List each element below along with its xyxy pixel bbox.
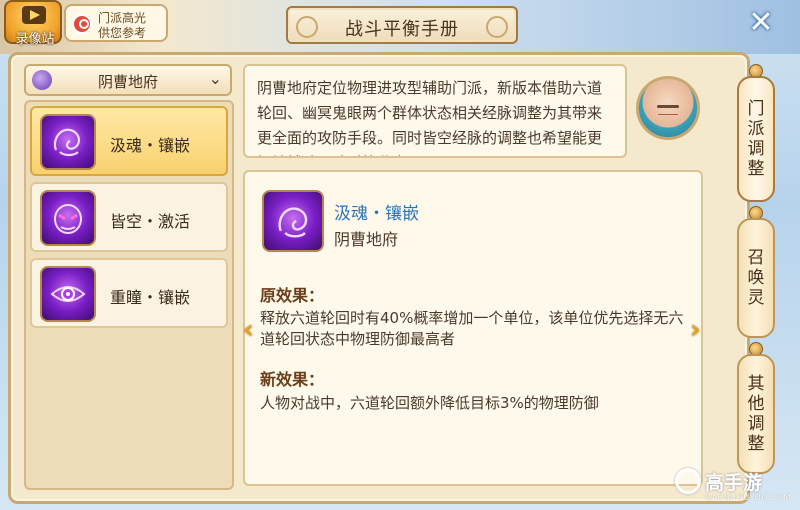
skill-name: 皆空・激活	[110, 212, 191, 231]
next-arrow-icon[interactable]: ›	[690, 315, 701, 345]
detail-school-name: 阴曹地府	[334, 230, 399, 249]
title-plate: 战斗平衡手册	[286, 6, 518, 44]
npc-avatar	[636, 76, 700, 140]
eye-vortex-icon	[40, 266, 96, 322]
ghost-swirl-icon	[262, 190, 324, 252]
skill-list-item[interactable]: 汲魂・镶嵌	[30, 106, 228, 176]
record-station-button[interactable]: 录像站	[4, 0, 62, 47]
skill-list-item[interactable]: 重瞳・镶嵌	[30, 258, 228, 328]
tab-label: 召唤灵	[747, 248, 765, 308]
highlight-badge-icon	[72, 14, 92, 34]
new-effect-title: 新效果：	[260, 370, 325, 389]
school-dropdown-label: 阴曹地府	[97, 73, 158, 91]
ghost-swirl-icon	[40, 114, 96, 170]
skill-list: 汲魂・镶嵌 皆空・激活 重瞳・镶嵌	[24, 100, 234, 490]
original-effect-text: 释放六道轮回时有40%概率增加一个单位，该单位优先选择无六道轮回状态中物理防御最…	[260, 309, 684, 348]
watermark-subtext: GAOSHOUYOU.COM	[705, 493, 792, 502]
close-button[interactable]: ✕	[738, 2, 784, 42]
tab-school-adjust[interactable]: 门派调整	[737, 76, 775, 202]
tab-summon[interactable]: 召唤灵	[737, 218, 775, 338]
demon-mask-icon	[40, 190, 96, 246]
school-description-box[interactable]: 阴曹地府定位物理进攻型辅助门派，新版本借助六道轮回、幽冥鬼眼两个群体状态相关经脉…	[243, 64, 627, 158]
tab-label: 门派调整	[747, 99, 765, 179]
school-highlight-button[interactable]: 门派高光 供您参考	[64, 4, 168, 42]
prev-arrow-icon[interactable]: ‹	[243, 315, 254, 345]
detail-skill-name: 汲魂・镶嵌	[334, 204, 419, 224]
record-station-label: 录像站	[15, 32, 55, 47]
original-effect-title: 原效果：	[260, 286, 325, 305]
page-title: 战斗平衡手册	[345, 19, 459, 40]
watermark-text: 高手游	[705, 472, 763, 494]
new-effect-text: 人物对战中，六道轮回额外降低目标3%的物理防御	[260, 394, 599, 412]
skill-name: 汲魂・镶嵌	[110, 136, 191, 155]
tab-other-adjust[interactable]: 其他调整	[737, 354, 775, 474]
chevron-down-icon: ⌄	[208, 69, 222, 88]
tab-label: 其他调整	[747, 374, 765, 454]
skill-name: 重瞳・镶嵌	[110, 288, 191, 307]
school-dropdown[interactable]: 阴曹地府 ⌄	[24, 64, 232, 96]
video-camera-icon	[22, 6, 46, 24]
watermark: 高手游 GAOSHOUYOU.COM	[675, 466, 795, 506]
school-description: 阴曹地府定位物理进攻型辅助门派，新版本借助六道轮回、幽冥鬼眼两个群体状态相关经脉…	[257, 79, 603, 156]
highlight-line2: 供您参考	[98, 26, 147, 40]
close-icon: ✕	[748, 4, 774, 40]
skill-list-item[interactable]: 皆空・激活	[30, 182, 228, 252]
watermark-logo-icon	[675, 468, 701, 494]
